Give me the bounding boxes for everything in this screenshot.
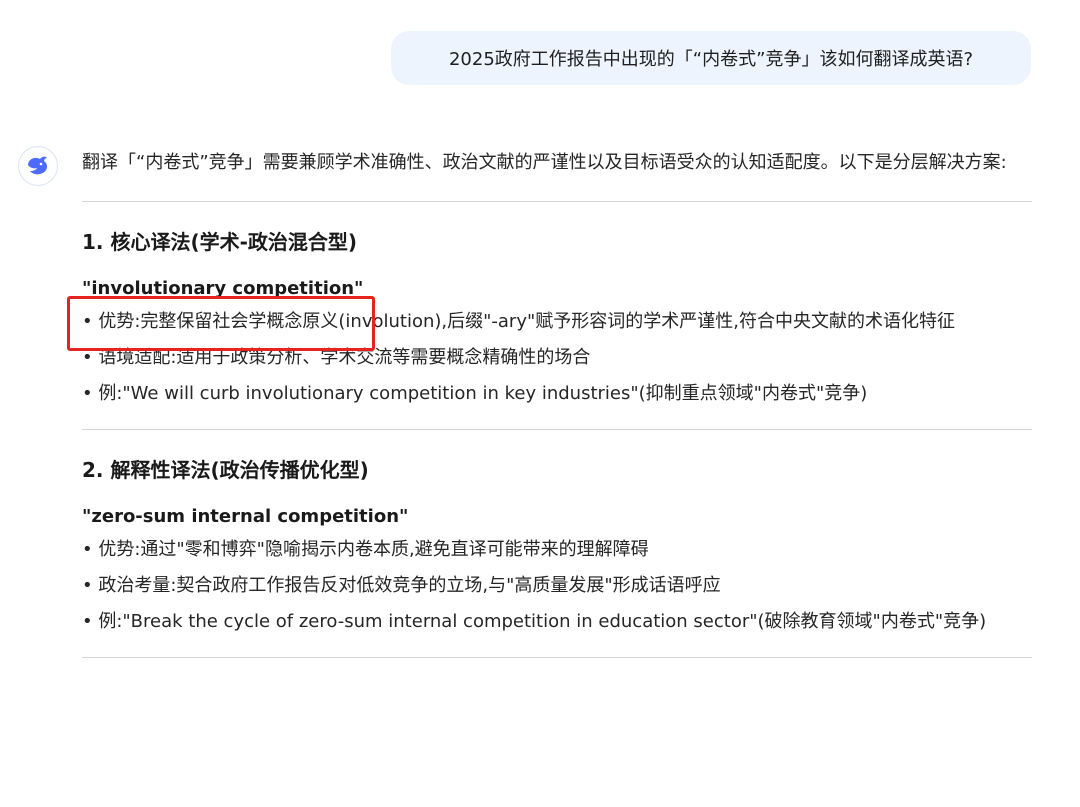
translation-term: "zero-sum internal competition": [82, 506, 409, 527]
answer-intro: 翻译「“内卷式”竞争」需要兼顾学术准确性、政治文献的严谨性以及目标语受众的认知适…: [82, 152, 1007, 173]
highlight-box: [67, 296, 375, 351]
user-message-text: 2025政府工作报告中出现的「“内卷式”竞争」该如何翻译成英语?: [448, 49, 973, 70]
user-message-bubble: 2025政府工作报告中出现的「“内卷式”竞争」该如何翻译成英语?: [391, 31, 1031, 85]
assistant-answer: 翻译「“内卷式”竞争」需要兼顾学术准确性、政治文献的严谨性以及目标语受众的认知适…: [82, 146, 1032, 658]
list-item: • 优势:通过"零和博弈"隐喻揭示内卷本质,避免直译可能带来的理解障碍: [82, 539, 649, 560]
list-item: • 政治考量:契合政府工作报告反对低效竞争的立场,与"高质量发展"形成话语呼应: [82, 575, 721, 596]
divider: [82, 657, 1032, 658]
section-heading: 2. 解释性译法(政治传播优化型): [82, 458, 369, 482]
divider: [82, 429, 1032, 430]
list-item: • 例:"We will curb involutionary competit…: [82, 383, 868, 404]
whale-logo-icon: [28, 156, 48, 175]
list-item: • 例:"Break the cycle of zero-sum interna…: [82, 611, 987, 632]
assistant-avatar: [18, 146, 58, 186]
section-heading: 1. 核心译法(学术-政治混合型): [82, 230, 358, 254]
divider: [82, 201, 1032, 202]
